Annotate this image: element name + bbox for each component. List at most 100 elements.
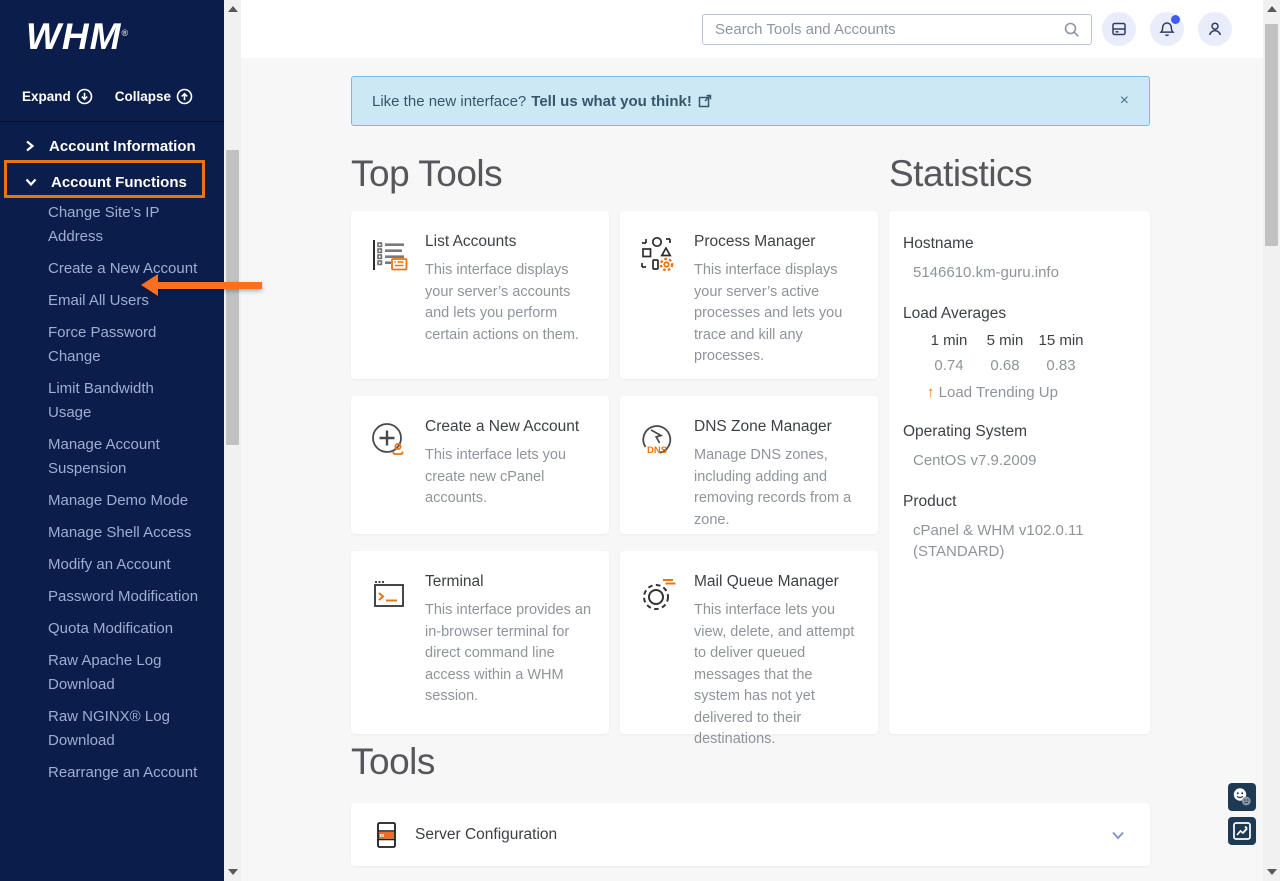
server-configuration-icon (375, 820, 399, 850)
hostname-label: Hostname (903, 235, 1136, 253)
process-manager-icon (636, 233, 680, 363)
card-body: Process Manager This interface displays … (694, 233, 862, 363)
sidebar-section-account-information[interactable]: Account Information (0, 134, 196, 158)
trend-up-arrow-icon: ↑ (927, 384, 935, 401)
terminal-icon (367, 573, 411, 718)
card-title: Terminal (425, 573, 593, 591)
load-col-header: 5 min (977, 332, 1033, 349)
server-configuration-accordion[interactable]: Server Configuration (351, 803, 1150, 866)
scroll-down-arrow[interactable] (228, 869, 238, 875)
sidebar-item-raw-apache-log-download[interactable]: Raw Apache Log Download (48, 649, 200, 697)
sidebar-item-force-password-change[interactable]: Force Password Change (48, 321, 200, 369)
notification-badge (1171, 15, 1180, 24)
tool-card-process-manager[interactable]: Process Manager This interface displays … (620, 211, 878, 379)
statistics-heading: Statistics (889, 153, 1032, 195)
section-label: Account Information (49, 138, 196, 155)
hostname-value: 5146610.km-guru.info (903, 262, 1136, 283)
accordion-label: Server Configuration (415, 826, 557, 844)
smiley-faces-icon (1231, 786, 1253, 808)
load-col-header: 1 min (921, 332, 977, 349)
card-title: Process Manager (694, 233, 862, 251)
tools-heading: Tools (351, 741, 435, 783)
create-account-icon (367, 418, 411, 518)
sidebar-scrollbar[interactable] (224, 0, 241, 881)
card-body: Create a New Account This interface lets… (425, 418, 593, 518)
tool-card-list-accounts[interactable]: List Accounts This interface displays yo… (351, 211, 609, 379)
load-col-header: 15 min (1033, 332, 1089, 349)
sidebar-scrollbar-thumb[interactable] (226, 150, 239, 445)
operating-system-label: Operating System (903, 423, 1136, 441)
card-description: This interface provides an in-browser te… (425, 600, 593, 708)
server-info-button[interactable] (1102, 12, 1136, 46)
sidebar-item-change-sites-ip-address[interactable]: Change Site’s IP Address (48, 201, 200, 249)
chart-trend-icon (1232, 821, 1252, 841)
banner-link[interactable]: Tell us what you think! (531, 93, 692, 110)
trend-text: Load Trending Up (939, 384, 1058, 401)
list-accounts-icon (367, 233, 411, 363)
tool-card-create-a-new-account[interactable]: Create a New Account This interface lets… (351, 396, 609, 534)
section-label: Account Functions (51, 174, 187, 191)
whm-logo[interactable]: WHM® (26, 16, 129, 58)
collapse-all-button[interactable]: Collapse (115, 88, 193, 105)
chevron-down-icon (24, 176, 38, 188)
notifications-button[interactable] (1150, 12, 1184, 46)
card-title: DNS Zone Manager (694, 418, 862, 436)
load-col-value: 0.74 (921, 357, 977, 374)
tool-card-mail-queue-manager[interactable]: Mail Queue Manager This interface lets y… (620, 551, 878, 734)
sidebar-divider (0, 121, 224, 122)
user-account-button[interactable] (1198, 12, 1232, 46)
server-icon (1110, 20, 1128, 38)
card-description: This interface lets you create new cPane… (425, 445, 593, 510)
sidebar-item-manage-account-suspension[interactable]: Manage Account Suspension (48, 433, 200, 481)
sidebar-item-manage-shell-access[interactable]: Manage Shell Access (48, 521, 200, 545)
load-col-value: 0.68 (977, 357, 1033, 374)
chevron-down-icon (1110, 827, 1126, 843)
top-tools-heading: Top Tools (351, 153, 502, 195)
expand-circle-down-icon (76, 88, 93, 105)
card-title: Create a New Account (425, 418, 593, 436)
tool-card-terminal[interactable]: Terminal This interface provides an in-b… (351, 551, 609, 734)
chevron-right-icon (24, 139, 36, 153)
scroll-down-arrow[interactable] (1267, 869, 1277, 875)
sidebar-item-raw-nginx-log-download[interactable]: Raw NGINX® Log Download (48, 705, 200, 753)
external-link-icon[interactable] (698, 94, 712, 108)
feedback-banner: Like the new interface? Tell us what you… (351, 76, 1150, 126)
sidebar-item-quota-modification[interactable]: Quota Modification (48, 617, 200, 641)
load-averages-table: 1 min0.74 5 min0.68 15 min0.83 (903, 332, 1136, 374)
expand-all-button[interactable]: Expand (22, 88, 93, 105)
card-description: This interface displays your server’s ac… (694, 260, 862, 368)
statistics-panel: Hostname 5146610.km-guru.info Load Avera… (889, 211, 1150, 734)
sidebar-section-account-functions[interactable]: Account Functions (0, 170, 187, 194)
sidebar-item-email-all-users[interactable]: Email All Users (48, 289, 200, 313)
card-body: DNS Zone Manager Manage DNS zones, inclu… (694, 418, 862, 518)
card-description: This interface lets you view, delete, an… (694, 600, 862, 751)
svg-text:DNS: DNS (647, 445, 667, 456)
scroll-up-arrow[interactable] (1267, 6, 1277, 12)
product-value: cPanel & WHM v102.0.11 (STANDARD) (903, 520, 1136, 562)
search-icon[interactable] (1063, 21, 1081, 39)
main-content: Like the new interface? Tell us what you… (241, 58, 1263, 881)
close-icon[interactable]: × (1120, 93, 1129, 109)
search-input[interactable] (703, 21, 1063, 38)
feedback-smiley-button[interactable] (1228, 783, 1256, 811)
sidebar-item-password-modification[interactable]: Password Modification (48, 585, 200, 609)
page-scrollbar[interactable] (1263, 0, 1280, 881)
collapse-circle-up-icon (176, 88, 193, 105)
operating-system-value: CentOS v7.9.2009 (903, 450, 1136, 471)
tool-card-dns-zone-manager[interactable]: DNS DNS Zone Manager Manage DNS zones, i… (620, 396, 878, 534)
load-averages-label: Load Averages (903, 305, 1136, 323)
sidebar: WHM® Expand Collapse Account Information… (0, 0, 224, 881)
scroll-up-arrow[interactable] (228, 6, 238, 12)
sidebar-item-limit-bandwidth-usage[interactable]: Limit Bandwidth Usage (48, 377, 200, 425)
top-bar (241, 0, 1263, 58)
page-scrollbar-thumb[interactable] (1265, 24, 1278, 246)
analytics-button[interactable] (1228, 817, 1256, 845)
sidebar-item-rearrange-an-account[interactable]: Rearrange an Account (48, 761, 200, 785)
banner-text: Like the new interface? (372, 93, 526, 110)
sidebar-item-create-a-new-account[interactable]: Create a New Account (48, 257, 200, 281)
user-icon (1206, 20, 1224, 38)
card-description: Manage DNS zones, including adding and r… (694, 445, 862, 531)
sidebar-item-modify-an-account[interactable]: Modify an Account (48, 553, 200, 577)
sidebar-expand-collapse: Expand Collapse (22, 88, 193, 105)
sidebar-item-manage-demo-mode[interactable]: Manage Demo Mode (48, 489, 200, 513)
